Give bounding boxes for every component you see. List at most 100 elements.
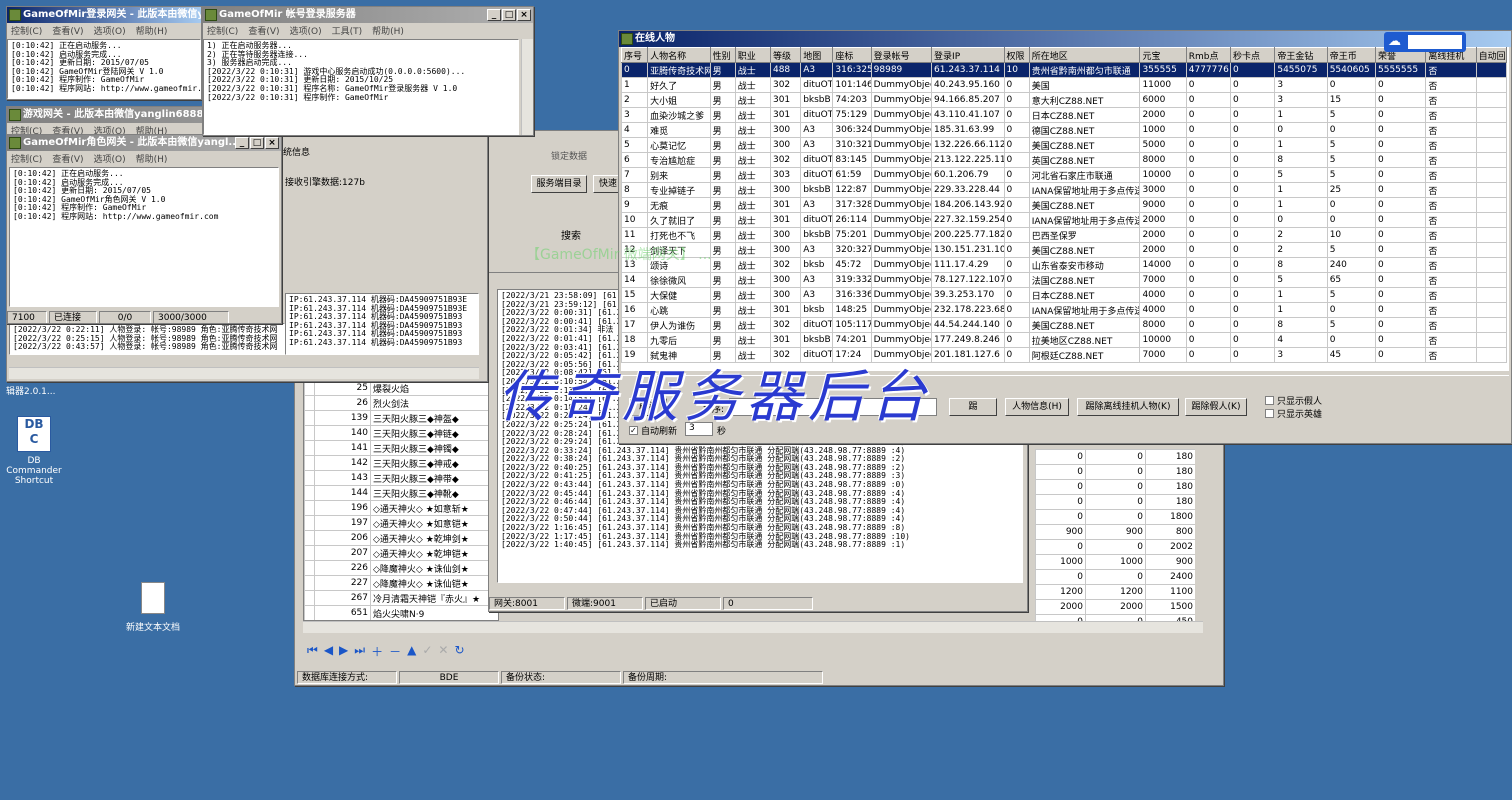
kick-button[interactable]: 踢 <box>949 398 997 416</box>
column-header[interactable]: 等级 <box>769 47 802 63</box>
minimize-button[interactable]: _ <box>235 137 249 149</box>
column-header[interactable]: 登录帐号 <box>870 47 933 63</box>
close-button[interactable]: × <box>265 137 279 149</box>
kick-fake-button[interactable]: 踢除假人(K) <box>1185 398 1247 416</box>
next-record-icon[interactable]: ▶ <box>339 643 348 660</box>
column-header[interactable]: 座标 <box>832 47 872 63</box>
close-button[interactable]: × <box>517 9 531 21</box>
online-players-titlebar[interactable]: 在线人物 <box>619 31 1511 47</box>
table-row[interactable]: 15大保健男战士300A3316:336DummyObject39.3.253.… <box>621 287 1508 303</box>
column-header[interactable]: 地图 <box>800 47 834 63</box>
table-row[interactable]: 0 亚腾传奇技术网男战士 488 A3 316:325 98989 61.243.37.11… <box>621 62 1508 78</box>
login-gateway-titlebar[interactable]: GameOfMir登录网关 - 此版本由微信ya... <box>7 7 201 23</box>
tab-lock-data[interactable]: 锁定数据 <box>545 147 593 164</box>
table-row[interactable]: 9无痕男战士301A3317:328DummyObject184.206.143… <box>621 197 1508 213</box>
column-header[interactable]: 帝王金钻 <box>1274 47 1328 63</box>
menu-help[interactable]: 帮助(H) <box>136 24 168 37</box>
kick-offline-button[interactable]: 踢除离线挂机人物(K) <box>1077 398 1179 416</box>
table-row[interactable]: 0 0 2400 <box>1035 569 1195 585</box>
only-fake-checkbox[interactable]: 只显示假人 <box>1265 394 1322 407</box>
only-hero-checkbox[interactable]: 只显示英雄 <box>1265 407 1322 420</box>
menu-help[interactable]: 帮助(H) <box>372 24 404 37</box>
menu-view[interactable]: 查看(V) <box>52 152 83 165</box>
game-gateway-hscroll[interactable] <box>9 367 479 379</box>
new-text-document[interactable]: 新建文本文档 <box>118 582 188 633</box>
table-row[interactable]: 8专业掉链子男战士300bksbB122:87DummyObject229.33… <box>621 182 1508 198</box>
cancel-record-icon[interactable]: ✕ <box>438 643 448 660</box>
table-row[interactable]: 206 ◇通天神火◇ ★乾坤剑★ <box>304 530 498 546</box>
table-row[interactable]: 0 0 180 <box>1035 464 1195 480</box>
cloud-badge[interactable]: ☁ <box>1384 32 1466 52</box>
table-row[interactable]: 16心跳男战士301bksb148:25DummyObject232.178.2… <box>621 302 1508 318</box>
table-row[interactable]: 227 ◇降魔神火◇ ★诛仙铠★ <box>304 575 498 591</box>
table-row[interactable]: 143 三天阳火豚三◆神带◆ <box>304 470 498 486</box>
column-header[interactable]: 性别 <box>709 47 736 63</box>
table-row[interactable]: 267 冷月清霜天神铠『赤火』★ <box>304 590 498 606</box>
table-row[interactable]: 2大小姐男战士301bksbB74:203DummyObject94.166.8… <box>621 92 1508 108</box>
menu-options[interactable]: 选项(O) <box>290 24 322 37</box>
table-row[interactable]: 196 ◇通天神火◇ ★如意斩★ <box>304 500 498 516</box>
server-dir-button[interactable]: 服务端目录 <box>531 175 587 193</box>
table-row[interactable]: 25 爆裂火焰 <box>304 380 498 396</box>
table-row[interactable]: 14徐徐微风男战士300A3319:332DummyObject78.127.1… <box>621 272 1508 288</box>
table-row[interactable]: 10久了就旧了男战士301dituOT26:114DummyObject227.… <box>621 212 1508 228</box>
menu-options[interactable]: 选项(O) <box>94 152 126 165</box>
table-row[interactable]: 11打死也不飞男战士300bksbB75:201DummyObject200.2… <box>621 227 1508 243</box>
column-header[interactable]: 秒卡点 <box>1230 47 1276 63</box>
table-row[interactable]: 1好久了男战士302dituOT101:146DummyObject40.243… <box>621 77 1508 93</box>
table-row[interactable]: 13颂诗男战士302bksb45:72DummyObject111.17.4.2… <box>621 257 1508 273</box>
minimize-button[interactable]: _ <box>487 9 501 21</box>
table-row[interactable]: 5心莫记忆男战士300A3310:321DummyObject132.226.6… <box>621 137 1508 153</box>
table-row[interactable]: 0 0 1800 <box>1035 509 1195 525</box>
table-row[interactable]: 140 三天阳火豚三◆神链◆ <box>304 425 498 441</box>
table-row[interactable]: 142 三天阳火豚三◆神戒◆ <box>304 455 498 471</box>
table-row[interactable]: 26 烈火剑法 <box>304 395 498 411</box>
column-header[interactable]: 元宝 <box>1139 47 1187 63</box>
table-row[interactable]: 7别来男战士303dituOT61:59DummyObject60.1.206.… <box>621 167 1508 183</box>
post-record-icon[interactable]: ✓ <box>422 643 432 660</box>
players-table[interactable]: 序号 人物名称 性别 职业 等级 地图 座标 登录帐号 登录IP 权限 所在地区 元宝 Rmb点 秒卡点帝… <box>621 47 1508 363</box>
table-row[interactable]: 141 三天阳火豚三◆神镯◆ <box>304 440 498 456</box>
role-gateway-titlebar[interactable]: GameOfMir角色网关 - 此版本由微信yangl... _ □ × <box>7 135 281 151</box>
edit-record-icon[interactable]: ▲ <box>407 643 416 660</box>
menu-tools[interactable]: 工具(T) <box>332 24 363 37</box>
table-row[interactable]: 1200 1200 1100 <box>1035 584 1195 600</box>
table-row[interactable]: 18九零后男战士301bksbB74:201DummyObject177.249… <box>621 332 1508 348</box>
table-row[interactable]: 2000 2000 1500 <box>1035 599 1195 615</box>
table-row[interactable]: 3血染沙城之爹男战士301dituOT75:129DummyObject43.1… <box>621 107 1508 123</box>
column-header[interactable]: Rmb点 <box>1185 47 1232 63</box>
table-row[interactable]: 0 0 180 <box>1035 494 1195 510</box>
items-grid[interactable]: 25 爆裂火焰 26 烈火剑法 139 三天阳火豚三◆神盔◆ 140 三天阳火豚三◆神链◆ 14… <box>303 379 499 621</box>
table-row[interactable]: 139 三天阳火豚三◆神盔◆ <box>304 410 498 426</box>
column-header[interactable]: 所在地区 <box>1028 47 1141 63</box>
menu-help[interactable]: 帮助(H) <box>136 152 168 165</box>
table-row[interactable]: 144 三天阳火豚三◆神靴◆ <box>304 485 498 501</box>
column-header[interactable]: 人物名称 <box>647 47 711 63</box>
menu-control[interactable]: 控制(C) <box>11 24 42 37</box>
column-header[interactable]: 职业 <box>734 47 771 63</box>
first-record-icon[interactable]: ⏮ <box>307 643 318 660</box>
account-server-titlebar[interactable]: GameOfMir 帐号登录服务器 _ □ × <box>203 7 533 23</box>
menu-view[interactable]: 查看(V) <box>52 24 83 37</box>
players-table-wrap[interactable]: 序号 人物名称 性别 职业 等级 地图 座标 登录帐号 登录IP 权限 所在地区 元宝 Rmb点 秒卡点帝… <box>621 47 1509 371</box>
column-header[interactable]: 帝王币 <box>1326 47 1377 63</box>
table-row[interactable]: 4难觅男战士300A3306:324DummyObject185.31.63.9… <box>621 122 1508 138</box>
column-header[interactable]: 权限 <box>1003 47 1030 63</box>
last-record-icon[interactable]: ⏭ <box>354 643 365 660</box>
table-row[interactable]: 0 0 180 <box>1035 479 1195 495</box>
table-row[interactable]: 651 焰火尖啸N·9 <box>304 605 498 620</box>
table-row[interactable]: 17伊人为谁伤男战士302dituOT105:117DummyObject44.… <box>621 317 1508 333</box>
table-row[interactable]: 12剑译天下男战士300A3320:327DummyObject130.151.… <box>621 242 1508 258</box>
items-values-grid[interactable]: 0 0 180 0 0 180 0 0 180 0 0 180 0 0 1800 900 900 800 0 0 200… <box>1035 449 1195 621</box>
grid-horizontal-scrollbar[interactable] <box>303 621 1203 633</box>
account-server-vscroll[interactable] <box>521 39 533 135</box>
table-row[interactable]: 0 0 180 <box>1035 449 1195 465</box>
menu-control[interactable]: 控制(C) <box>207 24 238 37</box>
db-nav-bar[interactable]: ⏮ ◀ ▶ ⏭ ＋ － ▲ ✓ ✕ ↻ <box>307 643 465 660</box>
prev-record-icon[interactable]: ◀ <box>324 643 333 660</box>
menu-view[interactable]: 查看(V) <box>248 24 279 37</box>
table-row[interactable]: 1000 1000 900 <box>1035 554 1195 570</box>
menu-control[interactable]: 控制(C) <box>11 152 42 165</box>
column-header[interactable]: 登录IP <box>931 47 1005 63</box>
table-row[interactable]: 226 ◇降魔神火◇ ★诛仙剑★ <box>304 560 498 576</box>
